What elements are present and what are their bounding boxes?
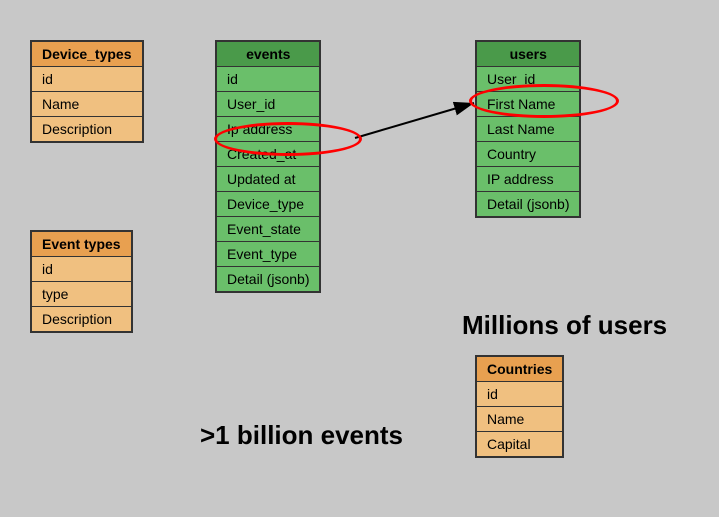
users-row: Last Name [476, 117, 580, 142]
event-types-row: type [31, 282, 132, 307]
users-table: users User_id First Name Last Name Count… [475, 40, 581, 218]
events-row: id [216, 67, 320, 92]
countries-row: Capital [476, 432, 563, 458]
event-types-header: Event types [31, 231, 132, 257]
events-big-label: >1 billion events [200, 420, 403, 451]
event-types-table: Event types id type Description [30, 230, 133, 333]
users-row: IP address [476, 167, 580, 192]
device-types-table: Device_types id Name Description [30, 40, 144, 143]
diagram-container: Device_types id Name Description Event t… [0, 0, 719, 517]
events-user-id-row: User_id [216, 92, 320, 117]
device-types-row: id [31, 67, 143, 92]
device-types-row: Description [31, 117, 143, 143]
countries-row: id [476, 382, 563, 407]
users-big-label: Millions of users [462, 310, 667, 341]
events-row: Created_at [216, 142, 320, 167]
countries-row: Name [476, 407, 563, 432]
events-row: Ip address [216, 117, 320, 142]
events-table: events id User_id Ip address Created_at … [215, 40, 321, 293]
countries-header: Countries [476, 356, 563, 382]
events-row: Updated at [216, 167, 320, 192]
users-row: First Name [476, 92, 580, 117]
events-row: Device_type [216, 192, 320, 217]
countries-table: Countries id Name Capital [475, 355, 564, 458]
events-header: events [216, 41, 320, 67]
users-header: users [476, 41, 580, 67]
events-row: Event_type [216, 242, 320, 267]
events-row: Event_state [216, 217, 320, 242]
users-user-id-row: User_id [476, 67, 580, 92]
events-row: Detail (jsonb) [216, 267, 320, 293]
users-row: Detail (jsonb) [476, 192, 580, 218]
users-row: Country [476, 142, 580, 167]
device-types-header: Device_types [31, 41, 143, 67]
device-types-row: Name [31, 92, 143, 117]
event-types-row: id [31, 257, 132, 282]
event-types-row: Description [31, 307, 132, 333]
